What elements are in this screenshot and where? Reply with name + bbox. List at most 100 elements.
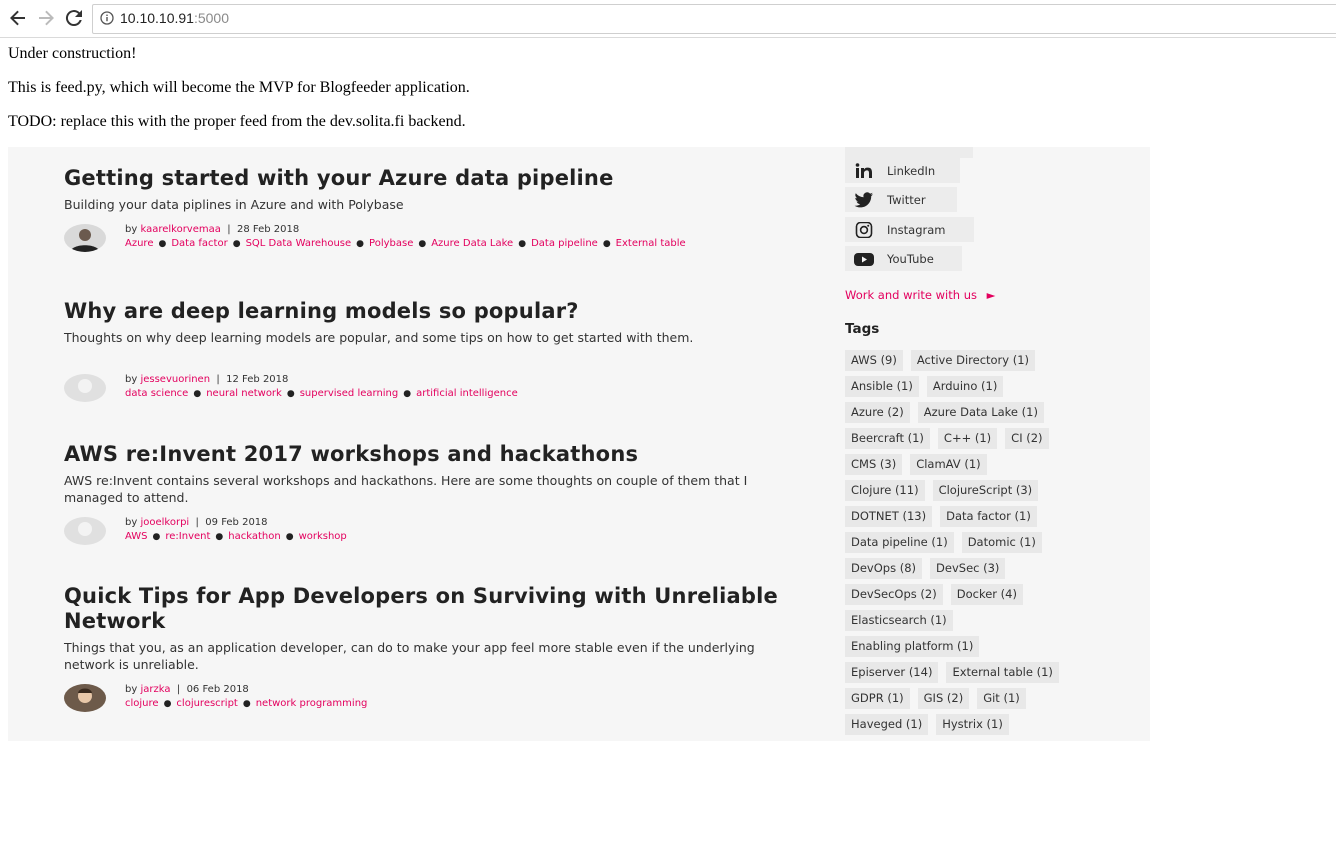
tag-row: DOTNET (13) Data factor (1) [845, 506, 1037, 527]
url-host: 10.10.10.91 [120, 10, 194, 26]
tag-link[interactable]: AWS [125, 531, 148, 542]
post-tags: clojure ● clojurescript ● network programmin… [125, 698, 368, 709]
tag-chip[interactable]: Arduino (1) [926, 376, 1004, 397]
tag-chip[interactable]: CI (2) [1005, 428, 1049, 449]
intro-text: This is feed.py, which will become the M… [8, 79, 470, 96]
tag-link[interactable]: re:Invent [165, 531, 210, 542]
address-bar[interactable]: 10.10.10.91:5000 [92, 4, 1336, 34]
tag-chip[interactable]: Azure Data Lake (1) [917, 402, 1044, 423]
tag-link[interactable]: Polybase [369, 238, 413, 249]
arrow-right-icon: ► [986, 288, 996, 302]
post-meta: by kaarelkorvemaa | 28 Feb 2018 [125, 224, 300, 235]
post-meta: by jarzka | 06 Feb 2018 [125, 684, 249, 695]
post-meta: by jessevuorinen | 12 Feb 2018 [125, 374, 289, 385]
tag-link[interactable]: clojurescript [176, 698, 237, 709]
tag-link[interactable]: data science [125, 388, 188, 399]
tag-chip[interactable]: GDPR (1) [845, 688, 910, 709]
by-label: by [125, 374, 138, 385]
info-icon [100, 11, 114, 25]
tag-link[interactable]: Azure Data Lake [431, 238, 513, 249]
tag-chip[interactable]: GIS (2) [917, 688, 970, 709]
reload-button[interactable] [63, 7, 85, 29]
author-link[interactable]: kaarelkorvemaa [140, 224, 220, 235]
tag-chip[interactable]: DevSec (3) [930, 558, 1006, 579]
tag-link[interactable]: hackathon [228, 531, 280, 542]
tag-chip[interactable]: Enabling platform (1) [845, 636, 980, 657]
tag-chip[interactable]: ClamAV (1) [910, 454, 987, 475]
tag-link[interactable]: clojure [125, 698, 159, 709]
post-title[interactable]: AWS re:Invent 2017 workshops and hackath… [64, 442, 804, 467]
tag-chip[interactable]: Hystrix (1) [936, 714, 1009, 735]
tag-link[interactable]: network programming [256, 698, 368, 709]
author-avatar [64, 374, 106, 402]
social-link-cutoff [845, 147, 973, 158]
social-link-instagram[interactable]: Instagram [845, 217, 974, 242]
tag-chip[interactable]: Datomic (1) [961, 532, 1042, 553]
tag-chip[interactable]: External table (1) [946, 662, 1059, 683]
tag-row: Elasticsearch (1) [845, 610, 953, 631]
work-with-us-link[interactable]: Work and write with us ► [845, 288, 996, 302]
tag-chip[interactable]: Haveged (1) [845, 714, 929, 735]
tag-link[interactable]: artificial intelligence [416, 388, 518, 399]
tag-link[interactable]: Data pipeline [531, 238, 598, 249]
social-label: LinkedIn [887, 163, 936, 178]
tag-chip[interactable]: DOTNET (13) [845, 506, 933, 527]
todo-text: TODO: replace this with the proper feed … [8, 113, 466, 130]
tag-row: Data pipeline (1) Datomic (1) [845, 532, 1042, 553]
social-label: YouTube [887, 251, 934, 266]
tag-chip[interactable]: CMS (3) [845, 454, 903, 475]
tag-row: GDPR (1) GIS (2) Git (1) [845, 688, 1026, 709]
tag-chip[interactable]: DevSecOps (2) [845, 584, 943, 605]
post-description: Building your data piplines in Azure and… [64, 197, 404, 212]
tag-row: Ansible (1) Arduino (1) [845, 376, 1004, 397]
social-link-twitter[interactable]: Twitter [845, 187, 957, 212]
tag-row: Episerver (14) External table (1) [845, 662, 1059, 683]
tag-link[interactable]: Data factor [171, 238, 227, 249]
post-card: Why are deep learning models so popular?… [64, 299, 804, 402]
tag-row: Haveged (1) Hystrix (1) [845, 714, 1009, 735]
author-link[interactable]: jessevuorinen [140, 374, 210, 385]
tag-chip[interactable]: AWS (9) [845, 350, 903, 371]
tag-chip[interactable]: Elasticsearch (1) [845, 610, 953, 631]
author-link[interactable]: jarzka [140, 684, 170, 695]
tag-chip[interactable]: Active Directory (1) [910, 350, 1036, 371]
work-with-us-label: Work and write with us [845, 288, 977, 302]
tag-link[interactable]: Azure [125, 238, 153, 249]
post-title[interactable]: Getting started with your Azure data pip… [64, 166, 804, 191]
post-title[interactable]: Why are deep learning models so popular? [64, 299, 804, 324]
tag-chip[interactable]: DevOps (8) [845, 558, 923, 579]
back-button[interactable] [7, 7, 29, 29]
social-link-youtube[interactable]: YouTube [845, 246, 962, 271]
twitter-icon [853, 191, 875, 208]
tag-row: DevSecOps (2) Docker (4) [845, 584, 1023, 605]
forward-arrow-icon [39, 10, 54, 26]
post-date: 09 Feb 2018 [205, 517, 268, 528]
tag-chip[interactable]: C++ (1) [937, 428, 998, 449]
social-label: Instagram [887, 222, 946, 237]
tag-link[interactable]: supervised learning [300, 388, 399, 399]
tag-chip[interactable]: Git (1) [977, 688, 1026, 709]
tag-chip[interactable]: Azure (2) [845, 402, 910, 423]
tag-chip[interactable]: ClojureScript (3) [932, 480, 1039, 501]
tag-link[interactable]: neural network [206, 388, 282, 399]
tag-link[interactable]: workshop [299, 531, 347, 542]
post-card: Quick Tips for App Developers on Survivi… [64, 584, 804, 712]
forward-button[interactable] [35, 7, 57, 29]
tag-chip[interactable]: Docker (4) [950, 584, 1023, 605]
tag-chip[interactable]: Data factor (1) [940, 506, 1037, 527]
tag-link[interactable]: SQL Data Warehouse [246, 238, 352, 249]
tag-chip[interactable]: Clojure (11) [845, 480, 925, 501]
post-tags: Azure ● Data factor ● SQL Data Warehouse ● Pol… [125, 238, 686, 249]
author-link[interactable]: jooelkorpi [140, 517, 189, 528]
tag-chip[interactable]: Episerver (14) [845, 662, 939, 683]
post-title[interactable]: Quick Tips for App Developers on Survivi… [64, 584, 804, 634]
social-link-linkedin[interactable]: LinkedIn [845, 158, 960, 183]
tag-link[interactable]: External table [616, 238, 686, 249]
tag-chip[interactable]: Data pipeline (1) [845, 532, 954, 553]
post-description: AWS re:Invent contains several workshops… [64, 473, 748, 505]
blog-feed-image: Getting started with your Azure data pip… [8, 147, 1150, 741]
by-label: by [125, 517, 138, 528]
tag-chip[interactable]: Beercraft (1) [845, 428, 930, 449]
tag-row: Enabling platform (1) [845, 636, 980, 657]
tag-chip[interactable]: Ansible (1) [845, 376, 919, 397]
